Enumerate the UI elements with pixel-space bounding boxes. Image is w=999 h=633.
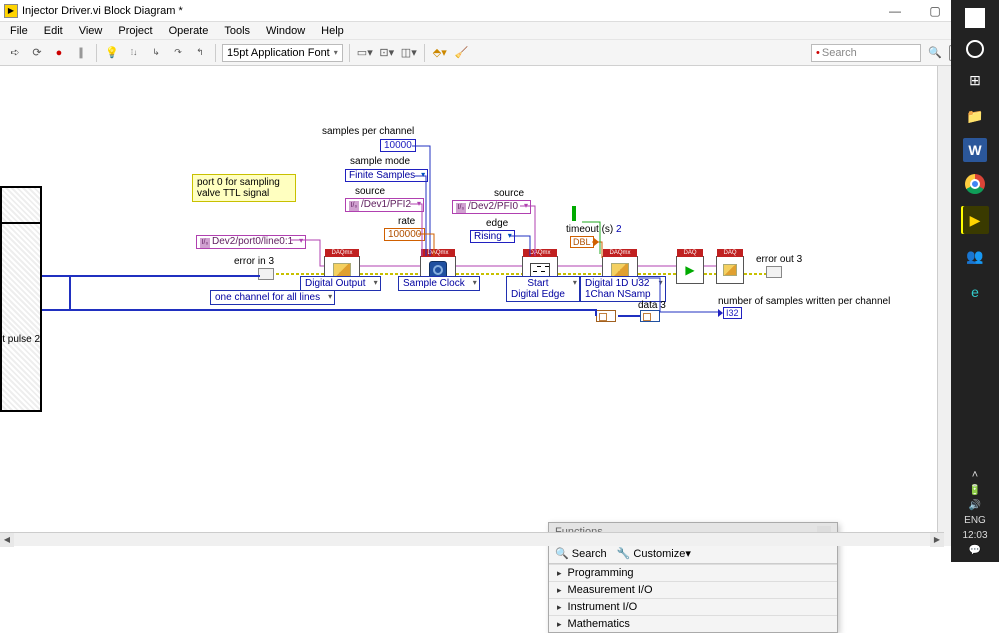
scroll-right-button[interactable]: ▶ — [930, 533, 944, 547]
sample-mode-value[interactable]: Finite Samples — [345, 169, 428, 182]
one-channel-drop[interactable]: one channel for all lines — [210, 290, 335, 305]
cortana-icon[interactable] — [966, 40, 984, 58]
num-written-indicator[interactable]: I32 — [723, 307, 742, 319]
battery-icon[interactable]: 🔋 — [969, 485, 981, 496]
comment-box[interactable]: port 0 for sampling valve TTL signal — [192, 174, 296, 202]
abort-button[interactable]: ● — [50, 44, 68, 62]
menu-edit[interactable]: Edit — [38, 25, 69, 37]
menu-bar: File Edit View Project Operate Tools Win… — [0, 22, 999, 40]
structure-frame-1[interactable] — [0, 186, 42, 222]
d1d-u32-drop[interactable]: Digital 1D U32 1Chan NSamp — [580, 276, 666, 302]
maximize-button[interactable]: ▢ — [923, 4, 947, 18]
scroll-left-button[interactable]: ◀ — [0, 533, 14, 547]
rate-value[interactable]: 100000 — [384, 228, 425, 241]
source1-value[interactable]: I/₀/Dev1/PFI2 — [345, 198, 424, 212]
error-in-terminal[interactable] — [258, 268, 274, 280]
error-in-label: error in 3 — [234, 256, 274, 267]
error-out-terminal[interactable] — [766, 266, 782, 278]
explorer-icon[interactable]: 📁 — [961, 102, 989, 130]
cleanup-button[interactable]: 🧹 — [453, 44, 471, 62]
step-over-button[interactable]: ↷ — [169, 44, 187, 62]
clock[interactable]: 12:03 — [962, 530, 987, 541]
source2-value[interactable]: I/₀/Dev2/PFI0 — [452, 200, 531, 214]
font-label: 15pt Application Font — [227, 47, 330, 59]
highlight-button[interactable]: 💡 — [103, 44, 121, 62]
palette-cat-instrument[interactable]: Instrument I/O — [549, 598, 837, 615]
data-array-1[interactable] — [596, 310, 616, 322]
labview-icon[interactable]: ▶ — [961, 206, 989, 234]
toolbar: ➪ ⟳ ● ∥ 💡 ⁞↓ ↳ ↷ ↰ 15pt Application Font… — [0, 40, 999, 66]
tray-expand-icon[interactable]: ˄ — [972, 469, 978, 481]
search-placeholder: Search — [822, 47, 857, 59]
samples-per-channel-value[interactable]: 10000 — [380, 139, 416, 152]
retain-button[interactable]: ⁞↓ — [125, 44, 143, 62]
palette-cat-programming[interactable]: Programming — [549, 564, 837, 581]
dev-line-value[interactable]: I/₀Dev2/port0/line0:1 — [196, 235, 306, 249]
error-out-label: error out 3 — [756, 254, 802, 265]
timeout-label: timeout (s) 2 — [566, 224, 622, 235]
start-button[interactable] — [961, 4, 989, 32]
block-diagram-canvas[interactable]: it pulse 2 port 0 for sampling valve TTL… — [0, 66, 951, 546]
volume-icon[interactable]: 🔊 — [969, 500, 981, 511]
samples-per-channel-label: samples per channel — [322, 126, 414, 137]
step-out-button[interactable]: ↰ — [191, 44, 209, 62]
daqmx-start[interactable]: DAQ▶ — [676, 256, 704, 284]
windows-taskbar: ⊞ 📁 W ▶ 👥 e ˄ 🔋 🔊 ENG 12:03 💬 — [951, 0, 999, 562]
menu-help[interactable]: Help — [315, 25, 350, 37]
resize-button[interactable]: ◫▾ — [400, 44, 418, 62]
search-icon[interactable]: 🔍 — [927, 45, 943, 61]
step-in-button[interactable]: ↳ — [147, 44, 165, 62]
align-button[interactable]: ▭▾ — [356, 44, 374, 62]
palette-cat-mathematics[interactable]: Mathematics — [549, 615, 837, 632]
digital-output-drop[interactable]: Digital Output — [300, 276, 381, 291]
distribute-button[interactable]: ⊡▾ — [378, 44, 396, 62]
sample-clock-drop[interactable]: Sample Clock — [398, 276, 480, 291]
edge-value[interactable]: Rising — [470, 230, 515, 243]
vertical-scrollbar[interactable] — [937, 66, 951, 546]
chrome-icon[interactable] — [961, 170, 989, 198]
menu-project[interactable]: Project — [112, 25, 158, 37]
timeout-indicator[interactable] — [572, 206, 576, 221]
rate-label: rate — [398, 216, 415, 227]
start-digital-edge-drop[interactable]: Start Digital Edge — [506, 276, 580, 302]
num-written-label: number of samples written per channel — [718, 296, 890, 307]
menu-window[interactable]: Window — [260, 25, 311, 37]
menu-file[interactable]: File — [4, 25, 34, 37]
menu-operate[interactable]: Operate — [163, 25, 215, 37]
palette-cat-measurement[interactable]: Measurement I/O — [549, 581, 837, 598]
data-array-2[interactable] — [640, 310, 660, 322]
palette-search[interactable]: 🔍 Search — [555, 547, 607, 560]
search-input[interactable]: •Search — [811, 44, 921, 62]
structure-frame-2[interactable] — [0, 222, 42, 412]
sample-mode-label: sample mode — [350, 156, 410, 167]
window-titlebar: ▶ Injector Driver.vi Block Diagram * — ▢… — [0, 0, 999, 22]
font-selector[interactable]: 15pt Application Font — [222, 44, 343, 62]
edge-icon[interactable]: e — [961, 278, 989, 306]
palette-customize[interactable]: 🔧 Customize▾ — [617, 547, 691, 560]
language-indicator[interactable]: ENG — [964, 515, 986, 526]
source2-label: source — [494, 188, 524, 199]
edge-label: edge — [486, 218, 508, 229]
teams-icon[interactable]: 👥 — [961, 242, 989, 270]
pulse-label: it pulse 2 — [0, 334, 40, 345]
word-icon[interactable]: W — [963, 138, 987, 162]
run-button[interactable]: ➪ — [6, 44, 24, 62]
app-icon: ▶ — [4, 4, 18, 18]
taskview-icon[interactable]: ⊞ — [961, 66, 989, 94]
source1-label: source — [355, 186, 385, 197]
comment-text: port 0 for sampling valve TTL signal — [197, 177, 280, 199]
horizontal-scrollbar[interactable]: ◀ ▶ — [0, 532, 944, 546]
pause-button[interactable]: ∥ — [72, 44, 90, 62]
menu-tools[interactable]: Tools — [218, 25, 256, 37]
minimize-button[interactable]: — — [883, 4, 907, 18]
window-title: Injector Driver.vi Block Diagram * — [22, 5, 883, 17]
reorder-button[interactable]: ⬘▾ — [431, 44, 449, 62]
notifications-icon[interactable]: 💬 — [969, 545, 981, 556]
timeout-dbl: DBL — [570, 236, 594, 248]
daqmx-clear[interactable]: DAQ — [716, 256, 744, 284]
run-cont-button[interactable]: ⟳ — [28, 44, 46, 62]
menu-view[interactable]: View — [73, 25, 109, 37]
